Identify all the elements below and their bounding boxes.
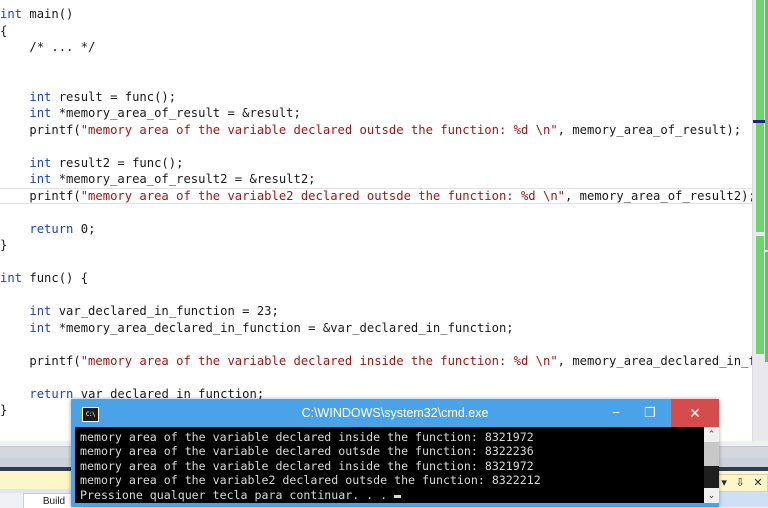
cmd-output-area[interactable]: memory area of the variable declared ins… <box>75 427 715 503</box>
cmd-title-bar[interactable]: C:\WINDOWS\system32\cmd.exe C:\ − ❐ ✕ <box>71 399 719 427</box>
cmd-output-text: memory area of the variable declared ins… <box>80 430 541 502</box>
panel-window-controls[interactable]: ▾ ⇩ ✕ <box>716 474 768 492</box>
code-line[interactable] <box>0 369 752 386</box>
code-line[interactable] <box>0 72 752 89</box>
code-line[interactable]: int *memory_area_of_result2 = &result2; <box>0 171 752 188</box>
code-line[interactable]: printf("memory area of the variable decl… <box>0 122 752 139</box>
cmd-icon: C:\ <box>82 407 99 422</box>
cmd-scrollbar-thumb[interactable] <box>704 442 719 466</box>
cmd-scrollbar[interactable]: ⌃ ⌄ <box>704 427 719 503</box>
cmd-console-window[interactable]: C:\WINDOWS\system32\cmd.exe C:\ − ❐ ✕ me… <box>71 399 719 507</box>
code-editor[interactable]: int main(){ /* ... */ int result = func(… <box>0 0 752 440</box>
ide-window: int main(){ /* ... */ int result = func(… <box>0 0 768 508</box>
code-line[interactable]: int result2 = func(); <box>0 155 752 172</box>
collapsed-region-box[interactable]: /* ... */ <box>29 40 95 54</box>
code-line-current[interactable]: printf("memory area of the variable2 dec… <box>0 187 752 204</box>
maximize-button[interactable]: ❐ <box>635 399 665 427</box>
minimize-button[interactable]: − <box>601 399 631 427</box>
code-line[interactable]: /* ... */ <box>0 39 752 56</box>
status-strip-right <box>716 492 768 507</box>
code-line[interactable]: int main() <box>0 6 752 23</box>
code-line[interactable] <box>0 56 752 73</box>
code-line[interactable] <box>0 204 752 221</box>
code-line[interactable] <box>0 254 752 271</box>
code-line[interactable]: int result = func(); <box>0 89 752 106</box>
pin-icon[interactable]: ⇩ <box>736 477 745 489</box>
cmd-cursor <box>394 494 402 498</box>
chevron-down-icon[interactable]: ▾ <box>721 477 727 489</box>
code-line[interactable] <box>0 287 752 304</box>
code-line[interactable] <box>0 138 752 155</box>
code-line[interactable]: int func() { <box>0 270 752 287</box>
code-line[interactable] <box>0 336 752 353</box>
scroll-up-icon[interactable]: ⌃ <box>704 427 719 442</box>
code-line[interactable]: return 0; <box>0 221 752 238</box>
code-line[interactable]: } <box>0 237 752 254</box>
scrollbar-marker-region-2[interactable] <box>756 236 764 354</box>
scrollbar-marker-region-1[interactable] <box>756 0 764 232</box>
code-line[interactable]: int *memory_area_of_result = &result; <box>0 105 752 122</box>
close-icon[interactable]: ✕ <box>753 477 762 489</box>
scroll-down-icon[interactable]: ⌄ <box>704 488 719 503</box>
code-line[interactable]: { <box>0 23 752 40</box>
close-button[interactable]: ✕ <box>671 399 719 427</box>
code-line[interactable]: printf("memory area of the variable decl… <box>0 353 752 370</box>
code-line[interactable]: int *memory_area_declared_in_function = … <box>0 320 752 337</box>
code-line[interactable]: int var_declared_in_function = 23; <box>0 303 752 320</box>
